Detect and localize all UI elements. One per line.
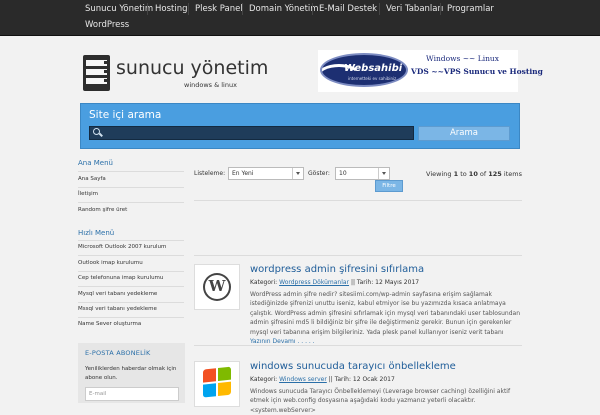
search-input[interactable] xyxy=(89,126,414,140)
quick-menu-title: Hızlı Menü xyxy=(78,229,115,237)
nav-item-plesk-panel[interactable]: Plesk Panel xyxy=(195,4,243,14)
nav-separator xyxy=(379,3,380,15)
banner-brand-sub: internetteki ev sahibiniz xyxy=(348,76,397,81)
sidebar-item-outlook-imap[interactable]: Outlook imap kurulumu xyxy=(78,260,143,266)
main-menu-title: Ana Menü xyxy=(78,159,113,167)
post-excerpt: WordPress admin şifre nedir? sitesiimi.c… xyxy=(250,291,520,346)
sidebar-item-mysql-yedek[interactable]: Mysql veri tabanı yedekleme xyxy=(78,291,157,297)
post-title[interactable]: windows sunucuda tarayıcı önbellekleme xyxy=(250,361,456,372)
nav-item-hosting[interactable]: Hosting xyxy=(155,4,188,14)
top-navigation: Sunucu Yönetim Hosting Plesk Panel Domai… xyxy=(0,0,600,36)
post-title[interactable]: wordpress admin şifresini sıfırlama xyxy=(250,264,424,275)
chevron-down-icon xyxy=(292,168,303,179)
post-item: windows sunucuda tarayıcı önbellekleme K… xyxy=(194,361,522,414)
site-title[interactable]: sunucu yönetim xyxy=(116,57,268,79)
banner-line-1: Windows ~~ Linux xyxy=(426,54,499,63)
post-date: 12 Mayıs 2017 xyxy=(375,279,420,286)
post-thumbnail[interactable]: W xyxy=(194,264,240,310)
show-label: Göster: xyxy=(308,170,330,177)
post-item: W wordpress admin şifresini sıfırlama Ka… xyxy=(194,264,522,346)
pagination-info: Viewing 1 to 10 of 125 items xyxy=(426,170,522,178)
sidebar-item-name-server[interactable]: Name Sever oluşturma xyxy=(78,321,141,327)
banner-line-2: VDS ~~VPS Sunucu ve Hosting xyxy=(411,67,543,76)
nav-separator xyxy=(440,3,441,15)
sidebar-item-ana-sayfa[interactable]: Ana Sayfa xyxy=(78,176,106,182)
site-header: sunucu yönetim windows & linux Websahibi… xyxy=(0,36,600,98)
nav-item-veri-tabanlari[interactable]: Veri Tabanları xyxy=(386,4,443,14)
nav-separator xyxy=(312,3,313,15)
post-thumbnail[interactable] xyxy=(194,361,240,407)
sidebar-item-iletisim[interactable]: İletişim xyxy=(78,191,98,197)
windows-logo-icon xyxy=(203,366,233,399)
websahibi-logo: Websahibi internetteki ev sahibiniz xyxy=(320,53,408,87)
nav-item-sunucu-yonetim[interactable]: Sunucu Yönetim xyxy=(85,4,153,14)
email-field[interactable]: E-mail xyxy=(85,387,179,401)
nav-item-programlar[interactable]: Programlar xyxy=(447,4,494,14)
chevron-down-icon xyxy=(378,168,389,179)
show-select-value: 10 xyxy=(339,170,347,177)
post-meta: Kategori: Windows server || Tarih: 12 Oc… xyxy=(250,376,395,383)
filter-button[interactable]: Filtre xyxy=(375,180,403,192)
site-search-box: Site içi arama Arama xyxy=(80,103,520,149)
sidebar-item-mssql-yedek[interactable]: Mssql veri tabanı yedekleme xyxy=(78,306,157,312)
sidebar-item-outlook-2007[interactable]: Microsoft Outlook 2007 kurulum xyxy=(78,244,166,250)
post-excerpt: Windows sunucuda Tarayıcı Önbelleklemeyi… xyxy=(250,388,511,414)
nav-item-email-destek[interactable]: E-Mail Destek xyxy=(319,4,377,14)
site-tagline: windows & linux xyxy=(184,81,237,89)
nav-separator xyxy=(147,3,148,15)
nav-item-wordpress[interactable]: WordPress xyxy=(85,20,129,30)
sidebar-item-random-sifre[interactable]: Random şifre üret xyxy=(78,207,127,213)
email-subscribe-title: E-POSTA ABONELİK xyxy=(85,349,151,357)
nav-separator xyxy=(242,3,243,15)
sort-label: Listeleme: xyxy=(194,170,226,177)
post-category-link[interactable]: Windows server xyxy=(279,376,327,383)
sidebar-item-cep-imap[interactable]: Cep telefonuna imap kurulumu xyxy=(78,275,163,281)
sort-select-value: En Yeni xyxy=(232,170,254,177)
post-meta: Kategori: Wordpress Dökümanlar || Tarih:… xyxy=(250,279,420,286)
email-subscribe-box: E-POSTA ABONELİK Yeniliklerden haberdar … xyxy=(78,343,185,403)
banner-brand: Websahibi xyxy=(344,63,403,74)
search-button[interactable]: Arama xyxy=(418,126,510,141)
nav-separator xyxy=(188,3,189,15)
post-category-link[interactable]: Wordpress Dökümanlar xyxy=(279,279,349,286)
search-label: Site içi arama xyxy=(89,109,162,121)
post-date: 12 Ocak 2017 xyxy=(352,376,395,383)
nav-item-domain-yonetim[interactable]: Domain Yönetim xyxy=(249,4,319,14)
hosting-banner[interactable]: Websahibi internetteki ev sahibiniz Wind… xyxy=(318,50,543,92)
read-more-link[interactable]: Yazının Devamı . . . . . xyxy=(250,338,315,345)
email-subscribe-text: Yeniliklerden haberdar olmak için abone … xyxy=(85,366,177,381)
search-icon xyxy=(93,128,100,135)
show-select[interactable]: 10 xyxy=(335,167,390,180)
server-icon xyxy=(83,55,110,91)
wordpress-logo-icon: W xyxy=(203,273,231,301)
sort-select[interactable]: En Yeni xyxy=(228,167,304,180)
